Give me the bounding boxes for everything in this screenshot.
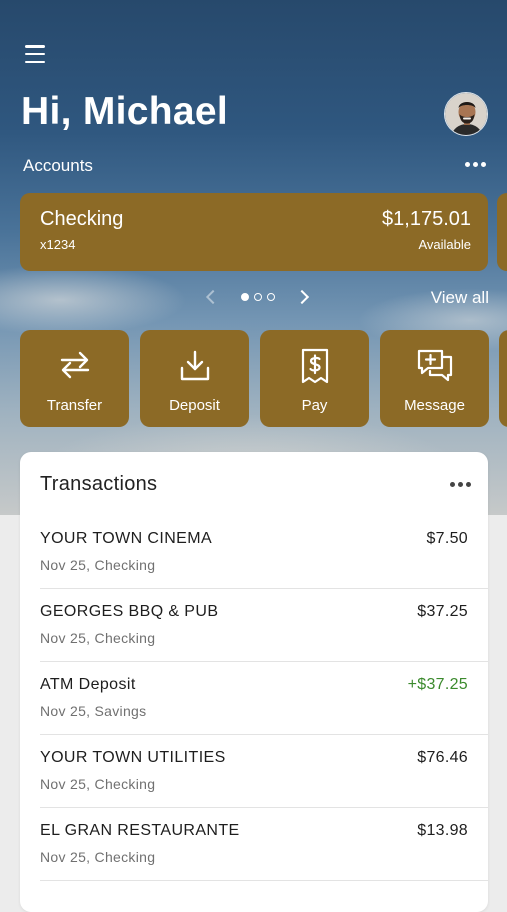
transaction-name: ATM Deposit (40, 676, 136, 693)
pager-dot-active[interactable] (240, 293, 249, 301)
account-number: x1234 (40, 237, 76, 252)
accounts-more-icon[interactable] (465, 162, 486, 167)
chevron-left-icon[interactable] (205, 289, 221, 305)
transfer-label: Transfer (46, 397, 103, 414)
transaction-amount: $7.50 (426, 530, 468, 547)
transaction-date-account: Nov 25, Checking (40, 776, 156, 792)
transaction-amount: $37.25 (417, 603, 468, 620)
deposit-icon (140, 348, 249, 384)
transaction-amount: $13.98 (417, 822, 468, 839)
account-name: Checking (40, 208, 124, 230)
transactions-card: Transactions YOUR TOWN CINEMA Nov 25, Ch… (20, 452, 488, 912)
account-pager (204, 287, 311, 307)
pay-button[interactable]: Pay (260, 330, 369, 427)
account-balance: $1,175.01 (382, 208, 471, 230)
account-balance-label: Available (418, 237, 471, 252)
transaction-row[interactable]: ATM Deposit Nov 25, Savings +$37.25 (20, 662, 488, 735)
transaction-row[interactable]: EL GRAN RESTAURANTE Nov 25, Checking $13… (20, 808, 488, 881)
transaction-date-account: Nov 25, Checking (40, 557, 156, 573)
deposit-label: Deposit (169, 397, 220, 414)
transactions-more-icon[interactable] (450, 482, 471, 487)
message-icon (380, 348, 489, 384)
next-account-card-peek[interactable] (497, 193, 507, 271)
transaction-name: YOUR TOWN CINEMA (40, 530, 213, 547)
transaction-name: YOUR TOWN UTILITIES (40, 749, 226, 766)
transactions-title: Transactions (40, 473, 158, 495)
transaction-amount: +$37.25 (407, 676, 468, 693)
transaction-date-account: Nov 25, Checking (40, 630, 156, 646)
transaction-date-account: Nov 25, Checking (40, 849, 156, 865)
transfer-button[interactable]: Transfer (20, 330, 129, 427)
chevron-right-icon[interactable] (294, 289, 310, 305)
message-button[interactable]: Message (380, 330, 489, 427)
pay-label: Pay (301, 397, 328, 414)
transaction-amount: $76.46 (417, 749, 468, 766)
transaction-date-account: Nov 25, Savings (40, 703, 147, 719)
hamburger-menu-icon[interactable] (25, 45, 45, 63)
pager-dot[interactable] (253, 293, 262, 301)
transaction-name: EL GRAN RESTAURANTE (40, 822, 240, 839)
pay-icon (260, 348, 369, 384)
transaction-name: GEORGES BBQ & PUB (40, 603, 219, 620)
accounts-label: Accounts (23, 156, 93, 175)
deposit-button[interactable]: Deposit (140, 330, 249, 427)
pager-dot[interactable] (266, 293, 275, 301)
message-label: Message (404, 397, 465, 414)
avatar[interactable] (444, 92, 488, 136)
transfer-icon (20, 348, 129, 382)
divider (40, 880, 488, 881)
transaction-row[interactable]: YOUR TOWN UTILITIES Nov 25, Checking $76… (20, 735, 488, 808)
transaction-row[interactable]: GEORGES BBQ & PUB Nov 25, Checking $37.2… (20, 589, 488, 662)
next-action-peek[interactable] (499, 330, 507, 427)
greeting-title: Hi, Michael (21, 90, 229, 133)
view-all-link[interactable]: View all (431, 288, 489, 308)
account-card-checking[interactable]: Checking x1234 $1,175.01 Available (20, 193, 488, 271)
transaction-row[interactable]: YOUR TOWN CINEMA Nov 25, Checking $7.50 (20, 516, 488, 589)
hero-background: Hi, Michael Accounts Checking x1234 $1,1… (0, 0, 507, 515)
